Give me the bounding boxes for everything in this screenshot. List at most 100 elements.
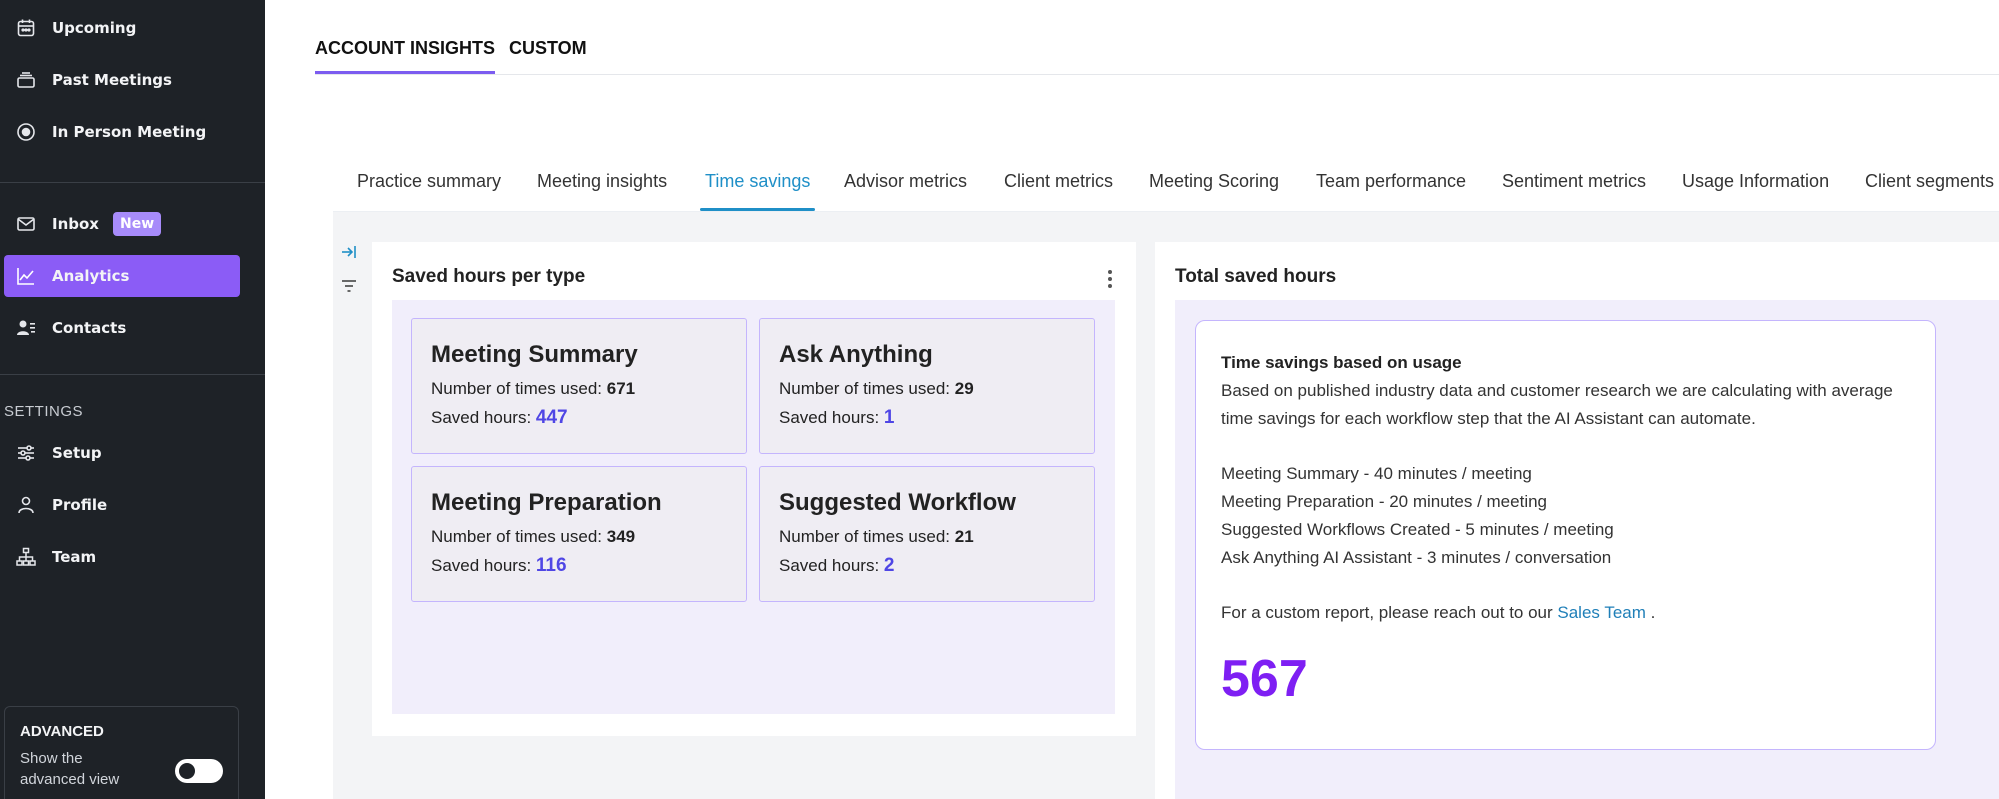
sidebar-item-label: Setup [52, 444, 102, 462]
tab-custom[interactable]: CUSTOM [509, 38, 587, 59]
saved-hours-value: 2 [883, 555, 895, 576]
sidebar-item-team[interactable]: Team [4, 536, 240, 578]
stat-card-meeting-preparation: Meeting Preparation Number of times used… [411, 466, 747, 602]
chart-line-icon [14, 264, 38, 288]
times-used-value: 21 [954, 527, 974, 546]
sub-tabs: Practice summary Meeting insights Time s… [333, 160, 1999, 212]
toggle-knob [179, 763, 195, 779]
saved-hours-value: 116 [535, 555, 567, 576]
advanced-description: Show the advanced view [20, 750, 120, 788]
sidebar-item-past-meetings[interactable]: Past Meetings [4, 59, 240, 101]
saved-hours-grid: Meeting Summary Number of times used: 67… [392, 300, 1115, 714]
saved-hours-line: Saved hours: 1 [779, 407, 1075, 429]
stat-card-name: Meeting Preparation [431, 489, 662, 516]
tab-account-insights[interactable]: ACCOUNT INSIGHTS [315, 38, 495, 74]
subtab-time-savings[interactable]: Time savings [699, 171, 816, 211]
org-chart-icon [14, 545, 38, 569]
sidebar: Upcoming Past Meetings In Person Meeting… [0, 0, 265, 799]
subtab-meeting-scoring[interactable]: Meeting Scoring [1149, 171, 1279, 192]
saved-hours-label: Saved hours: [431, 556, 536, 575]
more-options-icon[interactable] [1106, 268, 1114, 290]
sidebar-item-label: In Person Meeting [52, 123, 207, 141]
subtab-client-segments[interactable]: Client segments [1865, 171, 1994, 192]
sidebar-item-label: Inbox [52, 215, 99, 233]
subtab-usage-information[interactable]: Usage Information [1682, 171, 1829, 192]
sidebar-item-upcoming[interactable]: Upcoming [4, 7, 240, 49]
sidebar-item-profile[interactable]: Profile [4, 484, 240, 526]
sidebar-item-inbox[interactable]: Inbox New [4, 203, 240, 245]
subtab-team-performance[interactable]: Team performance [1316, 171, 1466, 192]
sales-team-link[interactable]: Sales Team [1557, 603, 1646, 622]
rate-line: Suggested Workflows Created - 5 minutes … [1221, 520, 1614, 539]
contact-suffix: . [1645, 603, 1656, 622]
side-tools [339, 242, 359, 310]
contact-line: For a custom report, please reach out to… [1221, 599, 1910, 627]
stat-card-meeting-summary: Meeting Summary Number of times used: 67… [411, 318, 747, 454]
filter-icon[interactable] [339, 276, 359, 296]
saved-hours-label: Saved hours: [431, 408, 536, 427]
expand-panel-icon[interactable] [339, 242, 359, 262]
times-used-label: Number of times used: [431, 379, 607, 398]
saved-hours-label: Saved hours: [779, 556, 884, 575]
times-used-label: Number of times used: [431, 527, 607, 546]
times-used-label: Number of times used: [779, 527, 955, 546]
saved-hours-title: Saved hours per type [392, 266, 586, 287]
subtab-sentiment-metrics[interactable]: Sentiment metrics [1502, 171, 1646, 192]
advanced-view-toggle[interactable] [175, 759, 223, 783]
top-tabs: ACCOUNT INSIGHTS CUSTOM [315, 0, 1999, 75]
times-used-value: 349 [606, 527, 636, 546]
advanced-view-box: ADVANCED Show the advanced view [4, 706, 239, 799]
saved-hours-label: Saved hours: [779, 408, 884, 427]
time-savings-info-card: Time savings based on usage Based on pub… [1195, 320, 1936, 750]
mail-icon [14, 212, 38, 236]
sidebar-item-label: Analytics [52, 267, 130, 285]
person-icon [14, 493, 38, 517]
sliders-icon [14, 441, 38, 465]
total-saved-hours-value: 567 [1221, 650, 1308, 708]
stat-card-name: Ask Anything [779, 341, 933, 368]
times-used-line: Number of times used: 29 [779, 379, 1075, 399]
sidebar-item-in-person-meeting[interactable]: In Person Meeting [4, 111, 240, 153]
total-saved-hours-title: Total saved hours [1175, 266, 1337, 287]
stat-card-ask-anything: Ask Anything Number of times used: 29 Sa… [759, 318, 1095, 454]
contacts-icon [14, 316, 38, 340]
saved-hours-value: 1 [883, 407, 895, 428]
subtab-client-metrics[interactable]: Client metrics [1004, 171, 1113, 192]
sidebar-item-label: Past Meetings [52, 71, 172, 89]
sidebar-item-label: Contacts [52, 319, 127, 337]
settings-section-label: SETTINGS [4, 403, 84, 420]
info-heading: Time savings based on usage [1221, 353, 1462, 372]
calendar-icon [14, 16, 38, 40]
sidebar-item-contacts[interactable]: Contacts [4, 307, 240, 349]
subtab-meeting-insights[interactable]: Meeting insights [537, 171, 667, 192]
sidebar-divider [0, 374, 265, 375]
saved-hours-line: Saved hours: 2 [779, 555, 1075, 577]
saved-hours-line: Saved hours: 116 [431, 555, 727, 577]
sidebar-item-setup[interactable]: Setup [4, 432, 240, 474]
stat-card-name: Suggested Workflow [779, 489, 1016, 516]
sidebar-item-label: Profile [52, 496, 108, 514]
rate-line: Ask Anything AI Assistant - 3 minutes / … [1221, 548, 1612, 567]
rate-line: Meeting Summary - 40 minutes / meeting [1221, 464, 1532, 483]
saved-hours-value: 447 [535, 407, 568, 428]
times-used-line: Number of times used: 349 [431, 527, 727, 547]
stat-card-name: Meeting Summary [431, 341, 638, 368]
stat-card-suggested-workflow: Suggested Workflow Number of times used:… [759, 466, 1095, 602]
sidebar-item-label: Upcoming [52, 19, 137, 37]
rate-line: Meeting Preparation - 20 minutes / meeti… [1221, 492, 1548, 511]
sidebar-item-label: Team [52, 548, 97, 566]
saved-hours-line: Saved hours: 447 [431, 407, 727, 429]
record-icon [14, 120, 38, 144]
new-badge: New [112, 212, 162, 236]
stack-icon [14, 68, 38, 92]
times-used-line: Number of times used: 671 [431, 379, 727, 399]
sidebar-item-analytics[interactable]: Analytics [4, 255, 240, 297]
total-saved-hours-panel: Total saved hours Time savings based on … [1155, 242, 1999, 799]
subtab-advisor-metrics[interactable]: Advisor metrics [844, 171, 967, 192]
sidebar-divider [0, 182, 265, 183]
advanced-title: ADVANCED [20, 723, 104, 740]
info-description: Based on published industry data and cus… [1221, 381, 1893, 428]
subtab-practice-summary[interactable]: Practice summary [357, 171, 501, 192]
times-used-line: Number of times used: 21 [779, 527, 1075, 547]
